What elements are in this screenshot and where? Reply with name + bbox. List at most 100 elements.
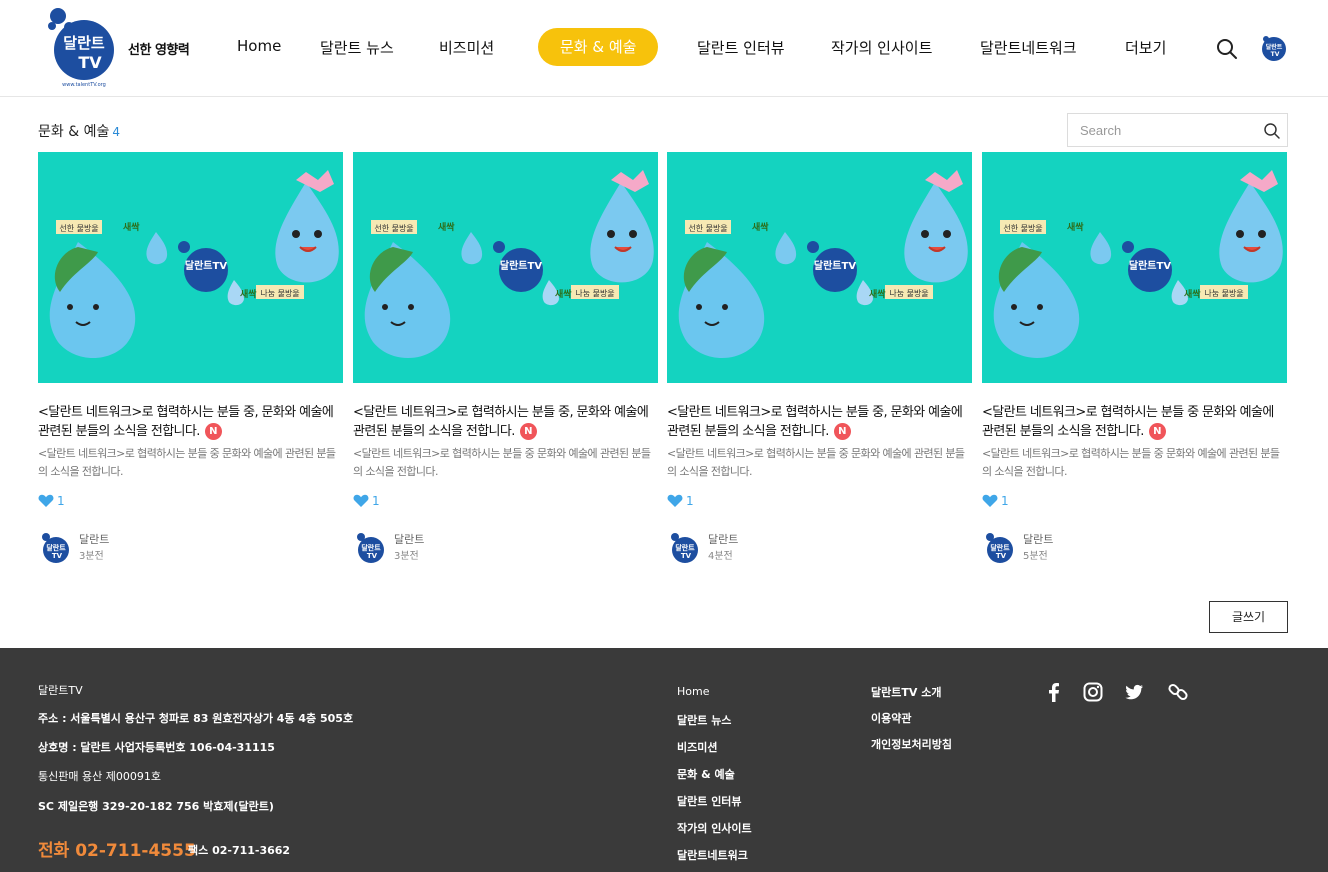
- nav-bizmission[interactable]: 비즈미션: [439, 37, 494, 58]
- footer-link-news[interactable]: 달란트 뉴스: [677, 712, 731, 728]
- post-time: 3분전: [79, 551, 104, 562]
- post-excerpt: <달란트 네트워크>로 협력하시는 분들 중 문화와 예술에 관련된 분들의 소…: [353, 447, 651, 478]
- post-thumbnail[interactable]: 달란트TV 선한 물방울 나눔 물방울 새싹 새싹: [667, 152, 972, 383]
- thumb-brand-text: 달란트TV: [1129, 260, 1171, 272]
- link-icon[interactable]: [1167, 681, 1189, 703]
- thumb-sprout-text: 새싹: [1067, 221, 1084, 233]
- new-badge: N: [833, 423, 851, 440]
- nav-dalant-news[interactable]: 달란트 뉴스: [320, 37, 394, 58]
- footer-link-interview[interactable]: 달란트 인터뷰: [677, 793, 742, 809]
- heart-icon: [353, 494, 369, 507]
- new-badge: N: [519, 423, 537, 440]
- author-name[interactable]: 달란트: [708, 531, 738, 547]
- like-button[interactable]: 1: [982, 493, 1009, 509]
- post-search-input[interactable]: [1068, 114, 1248, 146]
- svg-text:TV: TV: [681, 552, 692, 560]
- search-icon[interactable]: [1263, 122, 1281, 140]
- thumb-sprout-text-2: 새싹: [869, 288, 886, 300]
- svg-text:TV: TV: [996, 552, 1007, 560]
- thumb-label-left: 선한 물방울: [688, 223, 727, 233]
- nav-writer-insight[interactable]: 작가의 인사이트: [831, 37, 932, 58]
- author-name[interactable]: 달란트: [1023, 531, 1053, 547]
- thumb-sprout-text-2: 새싹: [1184, 288, 1201, 300]
- section-title-text: 문화 & 예술: [38, 124, 110, 140]
- nav-dalant-network[interactable]: 달란트네트워크: [980, 37, 1077, 58]
- svg-text:달란트: 달란트: [46, 543, 66, 552]
- section-post-count: 4: [112, 125, 120, 139]
- footer-link-bizmission[interactable]: 비즈미션: [677, 739, 717, 755]
- post-time: 4분전: [708, 551, 733, 562]
- post-card[interactable]: 달란트TV 선한 물방울 나눔 물방울 새싹 새싹 <달란트 네트워크>로 협력…: [667, 152, 972, 572]
- author-name[interactable]: 달란트: [394, 531, 424, 547]
- footer-company: 달란트TV: [38, 684, 83, 697]
- svg-text:TV: TV: [1271, 51, 1280, 58]
- footer-link-insight[interactable]: 작가의 인사이트: [677, 820, 752, 836]
- nav-culture-art[interactable]: 문화 & 예술: [538, 28, 659, 66]
- thumb-sprout-text-2: 새싹: [240, 288, 257, 300]
- post-title[interactable]: <달란트 네트워크>로 협력하시는 분들 중 문화와 예술에 관련된 분들의 소…: [982, 403, 1287, 441]
- footer-mail-order: 통신판매 용산 제00091호: [38, 770, 161, 783]
- post-excerpt: <달란트 네트워크>로 협력하시는 분들 중 문화와 예술에 관련된 분들의 소…: [982, 447, 1280, 478]
- like-button[interactable]: 1: [667, 493, 694, 509]
- post-title[interactable]: <달란트 네트워크>로 협력하시는 분들 중, 문화와 예술에 관련된 분들의 …: [667, 403, 972, 441]
- like-count: 1: [57, 494, 65, 508]
- like-button[interactable]: 1: [38, 493, 65, 509]
- post-thumbnail[interactable]: 달란트TV 선한 물방울 나눔 물방울 새싹 새싹: [982, 152, 1287, 383]
- post-title[interactable]: <달란트 네트워크>로 협력하시는 분들 중, 문화와 예술에 관련된 분들의 …: [38, 403, 343, 441]
- post-card[interactable]: 달란트TV 선한 물방울 나눔 물방울 새싹 새싹 <달란트 네트워크>로 협력…: [38, 152, 343, 572]
- post-card[interactable]: 달란트TV 선한 물방울 나눔 물방울 새싹 새싹 <달란트 네트워크>로 협력…: [353, 152, 658, 572]
- footer-link-home[interactable]: Home: [677, 685, 709, 698]
- post-time: 5분전: [1023, 551, 1048, 562]
- water-drop-mascot-image: 달란트TV 선한 물방울 나눔 물방울 새싹 새싹: [353, 152, 658, 383]
- like-count: 1: [372, 494, 380, 508]
- svg-text:달란트: 달란트: [990, 543, 1010, 552]
- post-title[interactable]: <달란트 네트워크>로 협력하시는 분들 중, 문화와 예술에 관련된 분들의 …: [353, 403, 658, 441]
- thumb-brand-text: 달란트TV: [185, 260, 227, 272]
- post-card[interactable]: 달란트TV 선한 물방울 나눔 물방울 새싹 새싹 <달란트 네트워크>로 협력…: [982, 152, 1287, 572]
- svg-text:TV: TV: [78, 53, 102, 72]
- author-avatar[interactable]: 달란트 TV: [353, 531, 387, 565]
- thumb-label-right: 나눔 물방울: [889, 288, 928, 298]
- thumb-label-right: 나눔 물방울: [260, 288, 299, 298]
- post-search-box: [1067, 113, 1288, 147]
- nav-more[interactable]: 더보기: [1125, 37, 1166, 58]
- author-avatar[interactable]: 달란트 TV: [982, 531, 1016, 565]
- write-post-button[interactable]: 글쓰기: [1209, 601, 1288, 633]
- thumb-label-right: 나눔 물방울: [1204, 288, 1243, 298]
- footer-link-terms[interactable]: 이용약관: [871, 710, 911, 726]
- site-header: 달란트 TV www.talentTV.org 선한 영향력 Home 달란트 …: [0, 0, 1328, 97]
- thumb-label-left: 선한 물방울: [1003, 223, 1042, 233]
- post-time: 3분전: [394, 551, 419, 562]
- footer-link-privacy[interactable]: 개인정보처리방침: [871, 736, 952, 752]
- nav-dalant-interview[interactable]: 달란트 인터뷰: [697, 37, 785, 58]
- author-name[interactable]: 달란트: [79, 531, 109, 547]
- author-avatar[interactable]: 달란트 TV: [38, 531, 72, 565]
- footer-link-about[interactable]: 달란트TV 소개: [871, 684, 941, 700]
- new-badge: N: [1148, 423, 1166, 440]
- footer-phone[interactable]: 전화 02-711-4555: [38, 836, 196, 861]
- twitter-icon[interactable]: [1123, 681, 1145, 703]
- site-slogan: 선한 영향력: [128, 43, 190, 58]
- heart-icon: [667, 494, 683, 507]
- like-button[interactable]: 1: [353, 493, 380, 509]
- like-count: 1: [1001, 494, 1009, 508]
- like-count: 1: [686, 494, 694, 508]
- footer-link-culture-art[interactable]: 문화 & 예술: [677, 766, 735, 782]
- user-avatar-icon[interactable]: 달란트 TV: [1259, 34, 1287, 62]
- thumb-sprout-text: 새싹: [438, 221, 455, 233]
- post-thumbnail[interactable]: 달란트TV 선한 물방울 나눔 물방울 새싹 새싹: [353, 152, 658, 383]
- instagram-icon[interactable]: [1082, 681, 1104, 703]
- footer-business-info: 상호명 : 달란트 사업자등록번호 106-04-31115: [38, 741, 275, 754]
- footer-fax: 팩스 02-711-3662: [188, 844, 291, 857]
- thumb-brand-text: 달란트TV: [814, 260, 856, 272]
- svg-text:TV: TV: [367, 552, 378, 560]
- dalant-tv-logo[interactable]: 달란트 TV www.talentTV.org: [38, 4, 114, 88]
- nav-home[interactable]: Home: [237, 37, 281, 55]
- footer-link-network[interactable]: 달란트네트워크: [677, 847, 748, 863]
- facebook-icon[interactable]: [1043, 681, 1065, 703]
- author-avatar[interactable]: 달란트 TV: [667, 531, 701, 565]
- water-drop-mascot-image: 달란트TV 선한 물방울 나눔 물방울 새싹 새싹: [667, 152, 972, 383]
- search-icon[interactable]: [1215, 37, 1239, 61]
- thumb-label-right: 나눔 물방울: [575, 288, 614, 298]
- post-thumbnail[interactable]: 달란트TV 선한 물방울 나눔 물방울 새싹 새싹: [38, 152, 343, 383]
